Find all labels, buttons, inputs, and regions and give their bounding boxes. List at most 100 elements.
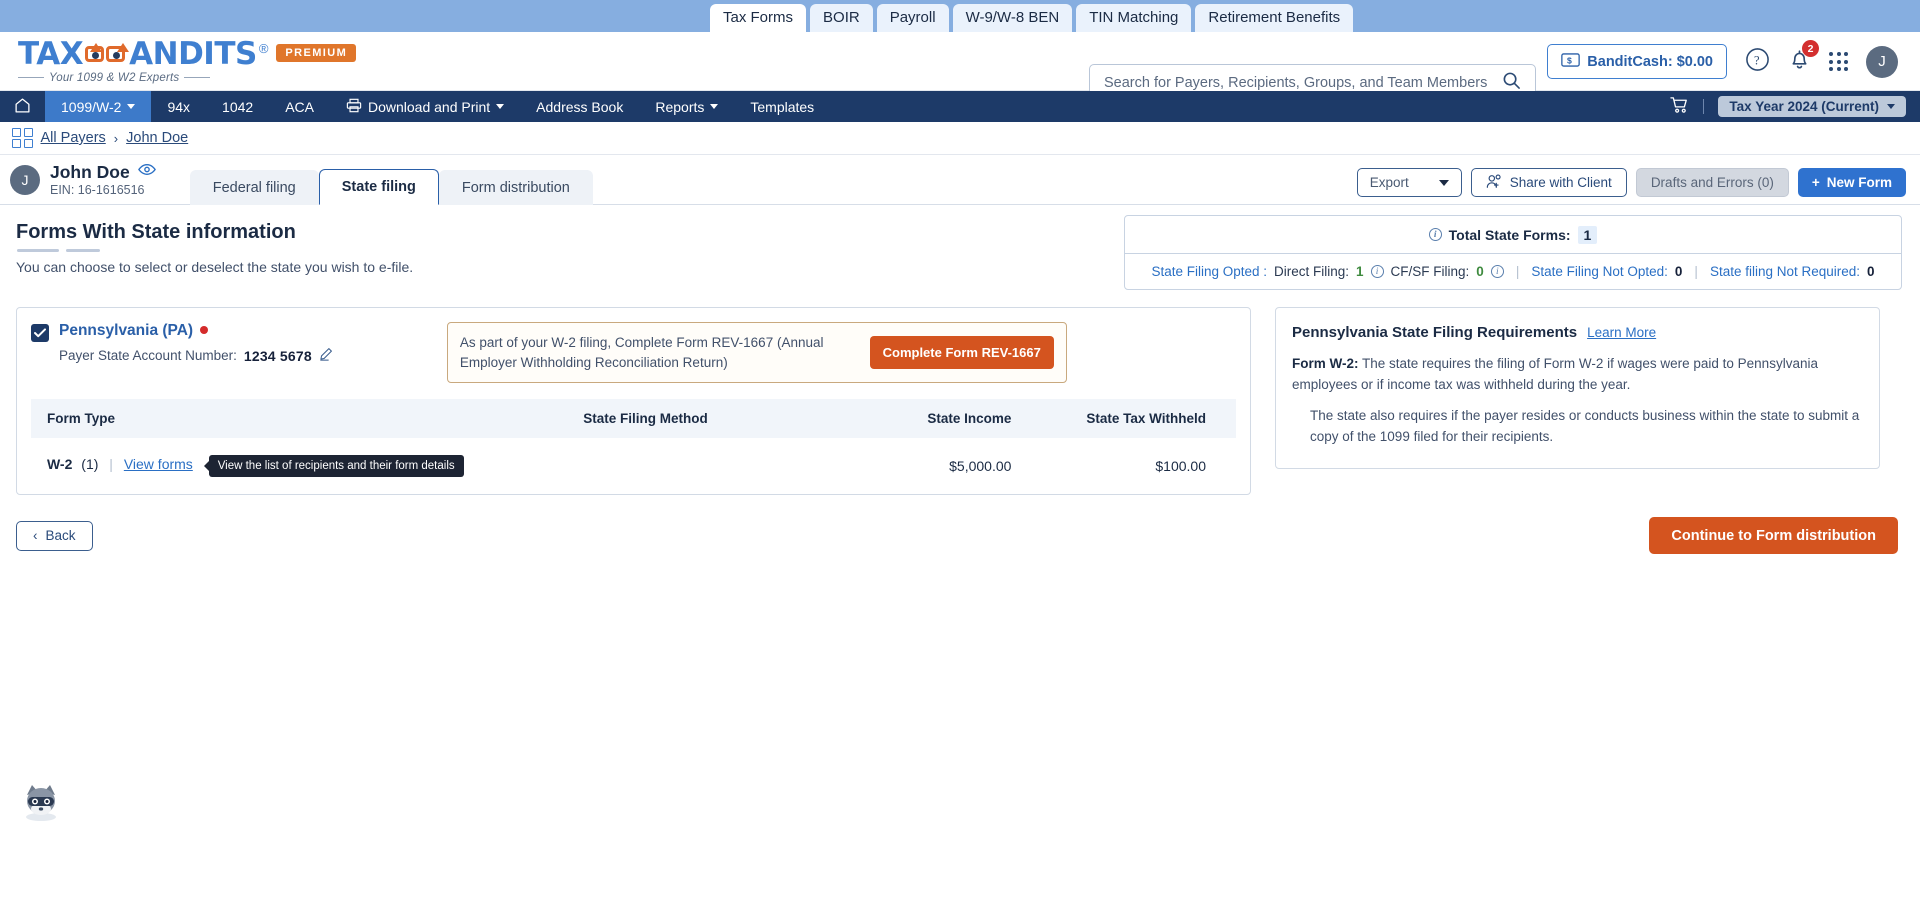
nav-templates[interactable]: Templates <box>734 91 830 122</box>
divider: | <box>1515 264 1520 279</box>
state-filing-not-opted-value: 0 <box>1674 264 1683 279</box>
eye-icon[interactable] <box>137 163 156 181</box>
product-tab-w9-w8ben[interactable]: W-9/W-8 BEN <box>952 4 1073 32</box>
state-select-checkbox[interactable] <box>31 324 49 342</box>
breadcrumb-john-doe[interactable]: John Doe <box>126 130 188 146</box>
bandit-cash-label: BanditCash: $0.00 <box>1587 53 1713 70</box>
help-button[interactable]: ? <box>1745 47 1770 77</box>
state-card-pennsylvania: Pennsylvania (PA) Payer State Account Nu… <box>16 307 1251 496</box>
payer-ein: EIN: 16-1616516 <box>50 182 145 197</box>
state-filing-not-opted-label: State Filing Not Opted: <box>1531 264 1668 279</box>
total-state-forms-row: i Total State Forms: 1 <box>1125 216 1901 254</box>
shopping-cart-icon[interactable] <box>1670 96 1689 117</box>
state-name[interactable]: Pennsylvania (PA) <box>59 322 193 340</box>
learn-more-link[interactable]: Learn More <box>1587 325 1656 340</box>
product-tab-boir[interactable]: BOIR <box>810 4 873 32</box>
bandit-raccoon-mascot[interactable] <box>18 779 64 825</box>
nav-home[interactable] <box>0 91 45 122</box>
notifications-button[interactable]: 2 <box>1788 40 1819 76</box>
page-content: Forms With State information You can cho… <box>0 205 1920 555</box>
registered-mark: ® <box>258 40 269 56</box>
premium-badge: PREMIUM <box>276 43 357 62</box>
tax-year-selector[interactable]: Tax Year 2024 (Current) <box>1718 96 1906 117</box>
form-count: (1) <box>81 456 99 473</box>
rev-1667-notice: As part of your W-2 filing, Complete For… <box>446 322 1067 384</box>
brand-logo[interactable]: TAX ANDITS ® PREMIUM Your 1099 & W2 Expe… <box>18 35 357 84</box>
info-icon[interactable]: i <box>1490 265 1504 278</box>
nav-download-and-print[interactable]: Download and Print <box>330 91 520 122</box>
new-form-button[interactable]: + New Form <box>1797 168 1906 197</box>
payer-state-account-label: Payer State Account Number: <box>59 348 237 363</box>
drafts-and-errors-button[interactable]: Drafts and Errors (0) <box>1635 168 1789 197</box>
chevron-down-icon <box>1887 104 1895 109</box>
col-form-type: Form Type <box>31 399 474 439</box>
product-tab-payroll[interactable]: Payroll <box>876 4 949 32</box>
total-state-forms-value: 1 <box>1577 225 1598 244</box>
grid-apps-icon <box>1829 52 1848 71</box>
breadcrumb: All Payers › John Doe <box>0 122 1920 155</box>
nav-94x[interactable]: 94x <box>151 91 206 122</box>
payer-state-account: Payer State Account Number: 1234 5678 <box>59 347 333 364</box>
requirements-title-row: Pennsylvania State Filing Requirements L… <box>1292 324 1863 341</box>
state-filing-body: Pennsylvania (PA) Payer State Account Nu… <box>16 307 1902 496</box>
table-row: W-2 (1) | View forms View the list of re… <box>31 438 1236 494</box>
cfsf-filing-value: 0 <box>1476 264 1484 279</box>
rev-1667-notice-text: As part of your W-2 filing, Complete For… <box>459 335 824 370</box>
direct-filing-label: Direct Filing: <box>1274 264 1350 279</box>
nav-address-book[interactable]: Address Book <box>520 91 639 122</box>
info-icon[interactable]: i <box>1370 265 1384 278</box>
tab-form-distribution[interactable]: Form distribution <box>438 170 593 205</box>
total-state-forms-label: Total State Forms: <box>1448 226 1571 243</box>
state-card-header: Pennsylvania (PA) Payer State Account Nu… <box>31 322 1236 384</box>
footer-actions: ‹ Back Continue to Form distribution <box>16 517 1902 555</box>
product-tab-retirement-benefits[interactable]: Retirement Benefits <box>1195 4 1354 32</box>
user-add-icon <box>1486 173 1503 192</box>
check-icon <box>34 328 46 338</box>
product-tab-tin-matching[interactable]: TIN Matching <box>1076 4 1192 32</box>
cell-state-income: $5,000.00 <box>949 458 1012 475</box>
tab-federal-filing[interactable]: Federal filing <box>189 170 319 205</box>
export-button[interactable]: Export <box>1356 168 1462 197</box>
breadcrumb-all-payers[interactable]: All Payers <box>41 130 106 146</box>
product-tab-tax-forms[interactable]: Tax Forms <box>710 4 807 32</box>
payer-header: J John Doe EIN: 16-1616516 Federal filin… <box>0 155 1920 205</box>
state-forms-summary: i Total State Forms: 1 State Filing Opte… <box>1124 215 1902 290</box>
user-avatar[interactable]: J <box>1866 45 1898 78</box>
payer-avatar: J <box>10 165 40 196</box>
share-with-client-button[interactable]: Share with Client <box>1470 168 1627 197</box>
pencil-edit-icon[interactable] <box>319 347 333 364</box>
state-forms-table: Form Type State Filing Method State Inco… <box>31 399 1236 494</box>
payer-header-actions: Export Share with Client Drafts and Erro… <box>1356 168 1906 197</box>
nav-label: 1099/W-2 <box>61 98 122 115</box>
brand-name-left: TAX <box>18 35 84 72</box>
cell-state-tax-withheld: $100.00 <box>1155 458 1206 475</box>
view-forms-link[interactable]: View forms <box>124 456 193 472</box>
info-icon[interactable]: i <box>1428 228 1442 241</box>
state-filing-not-required-label: State filing Not Required: <box>1709 264 1861 279</box>
state-filing-opted-label: State Filing Opted : <box>1151 264 1267 279</box>
direct-filing-value: 1 <box>1356 264 1364 279</box>
requirements-text-1: The state requires the filing of Form W-… <box>1292 356 1818 392</box>
search-input[interactable] <box>1104 74 1502 91</box>
nav-1042[interactable]: 1042 <box>206 91 269 122</box>
apps-menu-button[interactable] <box>1829 52 1848 71</box>
continue-to-form-distribution-button[interactable]: Continue to Form distribution <box>1649 517 1898 555</box>
brand-tagline: Your 1099 & W2 Experts <box>49 71 180 84</box>
nav-aca[interactable]: ACA <box>269 91 330 122</box>
nav-1099-w2[interactable]: 1099/W-2 <box>45 91 152 122</box>
view-forms-tooltip: View the list of recipients and their fo… <box>208 455 464 478</box>
back-button[interactable]: ‹ Back <box>16 520 93 551</box>
nav-reports[interactable]: Reports <box>639 91 734 122</box>
tab-state-filing[interactable]: State filing <box>318 169 439 205</box>
col-state-filing-method: State Filing Method <box>473 399 818 439</box>
payer-state-account-value: 1234 5678 <box>243 347 312 364</box>
chevron-down-icon <box>496 104 505 109</box>
export-label: Export <box>1369 175 1409 190</box>
new-form-label: New Form <box>1826 175 1892 190</box>
complete-form-rev-1667-button[interactable]: Complete Form REV-1667 <box>869 336 1054 370</box>
home-icon <box>14 97 31 117</box>
bandit-cash-button[interactable]: $ BanditCash: $0.00 <box>1547 44 1727 79</box>
col-state-income: State Income <box>817 399 1022 439</box>
requirements-paragraph-2: The state also requires if the payer res… <box>1310 407 1860 444</box>
tax-year-label: Tax Year 2024 (Current) <box>1729 99 1879 114</box>
